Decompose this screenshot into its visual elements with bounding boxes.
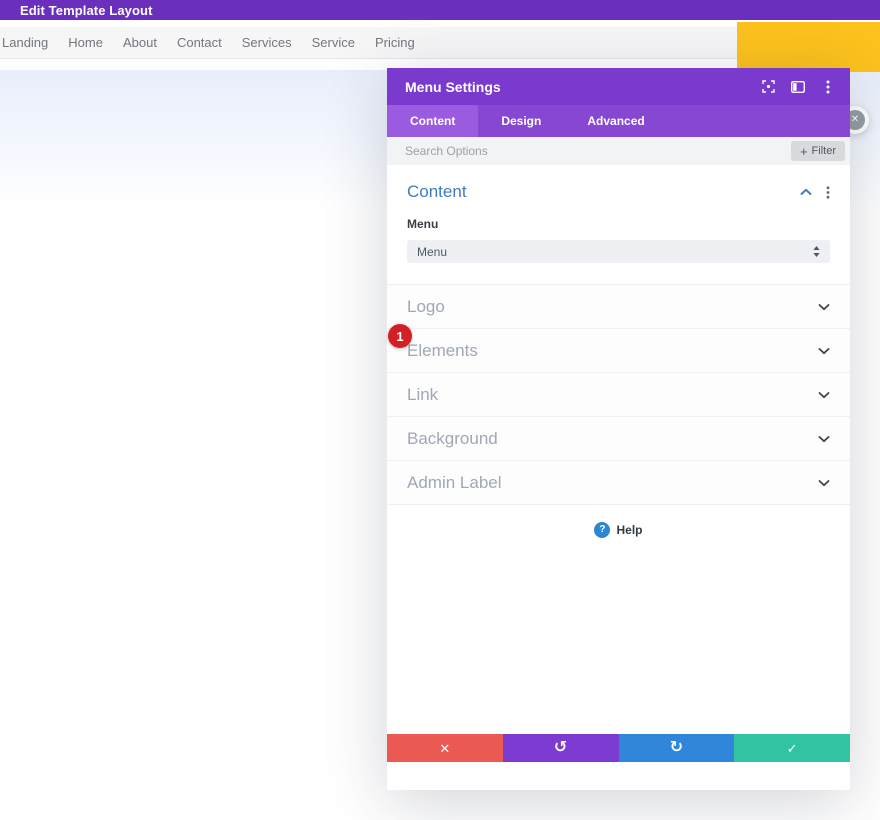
section-title-content[interactable]: Content: [407, 182, 786, 202]
nav-link-landing[interactable]: Landing: [2, 35, 48, 50]
help-button[interactable]: ? Help: [387, 522, 850, 538]
save-button[interactable]: ✓: [734, 734, 850, 762]
wp-admin-bar: Edit Template Layout: [0, 0, 880, 20]
section-admin-label[interactable]: Admin Label: [387, 461, 850, 505]
chevron-down-icon: [818, 430, 830, 448]
section-logo[interactable]: Logo: [387, 285, 850, 329]
section-link[interactable]: Link: [387, 373, 850, 417]
collapse-chevron-up-icon[interactable]: [800, 188, 812, 196]
discard-x-icon: ✕: [439, 742, 450, 755]
nav-link-home[interactable]: Home: [68, 35, 103, 50]
filter-button-label: Filter: [812, 145, 836, 157]
chevron-down-icon: [818, 386, 830, 404]
undo-button[interactable]: ↺: [503, 734, 619, 762]
section-elements-label: Elements: [407, 341, 818, 361]
modal-action-bar: ✕ ↺ ↻ ✓: [387, 734, 850, 762]
content-section: Content Menu: [387, 165, 850, 263]
modal-tab-bar: Content Design Advanced: [387, 105, 850, 137]
select-arrows-icon: [813, 246, 820, 257]
step-badge: 1: [388, 324, 412, 348]
chevron-down-icon: [818, 298, 830, 316]
menu-select[interactable]: Menu: [407, 240, 830, 263]
content-section-header: Content: [407, 182, 830, 202]
redo-icon: ↻: [670, 740, 683, 756]
filter-button[interactable]: + Filter: [791, 141, 845, 161]
section-background[interactable]: Background: [387, 417, 850, 461]
search-input[interactable]: [405, 144, 791, 158]
section-background-label: Background: [407, 429, 818, 449]
menu-settings-modal: Menu Settings: [387, 68, 850, 790]
section-options-icon[interactable]: [826, 186, 830, 199]
help-label: Help: [616, 523, 642, 537]
plus-icon: +: [800, 145, 808, 158]
nav-link-services[interactable]: Services: [242, 35, 292, 50]
modal-body: Content Menu: [387, 165, 850, 762]
undo-icon: ↺: [554, 740, 567, 756]
nav-link-about[interactable]: About: [123, 35, 157, 50]
tab-advanced[interactable]: Advanced: [564, 105, 667, 137]
check-icon: ✓: [787, 742, 798, 755]
tab-design[interactable]: Design: [478, 105, 564, 137]
hero-yellow-block: [737, 22, 880, 72]
nav-link-service[interactable]: Service: [312, 35, 355, 50]
menu-select-value: Menu: [417, 245, 813, 259]
page: Edit Template Layout Landing Home About …: [0, 0, 880, 820]
section-elements[interactable]: Elements: [387, 329, 850, 373]
split-view-icon[interactable]: [791, 80, 805, 94]
header-options-icon[interactable]: [821, 80, 835, 94]
section-logo-label: Logo: [407, 297, 818, 317]
collapsed-sections: Logo Elements Link: [387, 284, 850, 505]
field-label-menu: Menu: [407, 217, 830, 231]
modal-header: Menu Settings: [387, 68, 850, 105]
modal-title: Menu Settings: [405, 79, 745, 95]
discard-button[interactable]: ✕: [387, 734, 503, 762]
section-link-label: Link: [407, 385, 818, 405]
tab-content[interactable]: Content: [387, 105, 478, 137]
search-options-row: + Filter: [387, 137, 850, 165]
admin-bar-title: Edit Template Layout: [20, 3, 153, 18]
expand-icon[interactable]: [761, 80, 775, 94]
help-icon: ?: [594, 522, 610, 538]
chevron-down-icon: [818, 474, 830, 492]
chevron-down-icon: [818, 342, 830, 360]
nav-link-contact[interactable]: Contact: [177, 35, 222, 50]
redo-button[interactable]: ↻: [619, 734, 735, 762]
nav-link-pricing[interactable]: Pricing: [375, 35, 415, 50]
section-admin-label-label: Admin Label: [407, 473, 818, 493]
